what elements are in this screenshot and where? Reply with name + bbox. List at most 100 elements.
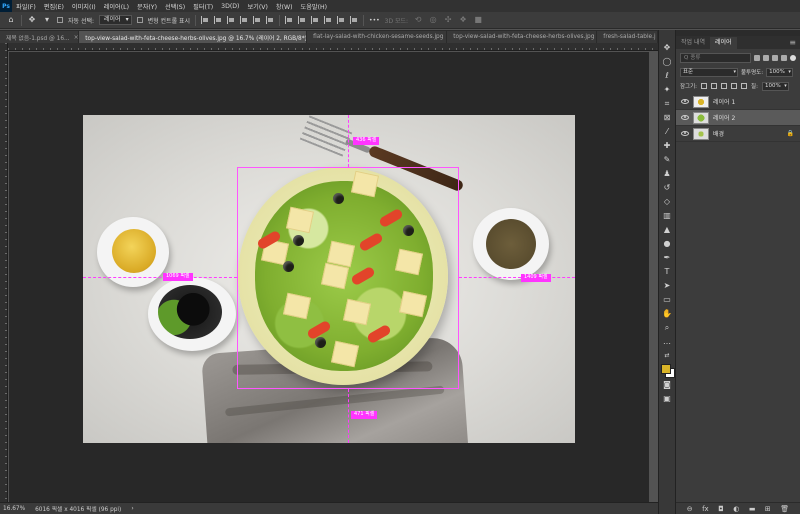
lock-pixels-icon[interactable]	[711, 83, 718, 89]
align-left-icon[interactable]	[201, 16, 209, 24]
tab-salad-chicken[interactable]: flat-lay-salad-with-chicken-sesame-seeds…	[307, 31, 448, 43]
opacity-input[interactable]: 100%	[766, 67, 793, 77]
close-icon[interactable]: ×	[74, 34, 79, 41]
stamp-tool-icon[interactable]: ♟	[661, 168, 673, 179]
frame-tool-icon[interactable]: ⊠	[661, 112, 673, 123]
align-top-icon[interactable]	[240, 16, 248, 24]
eye-icon[interactable]	[681, 115, 689, 120]
align-right-icon[interactable]	[227, 16, 235, 24]
distribute-center-icon[interactable]	[337, 16, 345, 24]
tab-untitled[interactable]: 제목 없음-1.psd @ 16... ×	[0, 31, 80, 43]
filter-toggle-icon[interactable]	[790, 54, 796, 61]
tab-salad-feta[interactable]: top-view-salad-with-feta-cheese-herbs-ol…	[447, 31, 598, 43]
history-brush-icon[interactable]: ↺	[661, 182, 673, 193]
eye-icon[interactable]	[681, 131, 689, 136]
menu-file[interactable]: 파일(F)	[12, 2, 40, 11]
brush-tool-icon[interactable]: ✎	[661, 154, 673, 165]
filter-pixel-icon[interactable]	[754, 54, 760, 61]
group-icon[interactable]: ▬	[749, 505, 756, 513]
tab-salad-feta-active[interactable]: top-view-salad-with-feta-cheese-herbs-ol…	[79, 31, 308, 43]
blur-tool-icon[interactable]: ▲	[661, 224, 673, 235]
screen-mode-icon[interactable]: ▣	[661, 393, 673, 404]
lock-artboard-icon[interactable]	[731, 83, 738, 89]
layer-row[interactable]: 배경 🔒	[676, 126, 800, 142]
blend-mode-select[interactable]: 표준	[680, 67, 738, 77]
menu-select[interactable]: 선택(S)	[161, 2, 189, 11]
menu-type[interactable]: 문자(Y)	[133, 2, 161, 11]
menu-filter[interactable]: 필터(T)	[189, 2, 217, 11]
menu-help[interactable]: 도움말(H)	[297, 2, 332, 11]
swap-colors-icon[interactable]: ⇄	[661, 350, 673, 361]
photoshop-logo[interactable]: Ps	[0, 0, 12, 12]
lock-all-icon[interactable]	[741, 83, 748, 89]
hand-tool-icon[interactable]: ✋	[661, 308, 673, 319]
zoom-tool-icon[interactable]: ⌕	[661, 322, 673, 333]
auto-select-checkbox[interactable]	[57, 17, 63, 23]
horizontal-ruler[interactable]	[8, 43, 658, 51]
link-icon[interactable]: ⊖	[687, 505, 693, 513]
filter-adjustment-icon[interactable]	[763, 54, 769, 61]
lock-position-icon[interactable]	[721, 83, 728, 89]
fx-icon[interactable]: fx	[702, 505, 709, 513]
trash-icon[interactable]: 🗑	[780, 505, 789, 513]
panel-menu-icon[interactable]: ≡	[789, 37, 800, 49]
tab-fresh-salad[interactable]: fresh-salad-table.j	[597, 31, 659, 43]
type-tool-icon[interactable]: T	[661, 266, 673, 277]
eye-icon[interactable]	[681, 99, 689, 104]
adjustment-icon[interactable]: ◐	[733, 505, 739, 513]
align-center-icon[interactable]	[214, 16, 222, 24]
home-icon[interactable]: ⌂	[6, 15, 16, 25]
gradient-tool-icon[interactable]: ▥	[661, 210, 673, 221]
distribute-bottom-icon[interactable]	[311, 16, 319, 24]
pen-tool-icon[interactable]: ✒	[661, 252, 673, 263]
canvas-area[interactable]: 436 픽셀 1069 픽셀 1409 픽셀 471 픽셀	[9, 52, 649, 502]
eraser-tool-icon[interactable]: ◇	[661, 196, 673, 207]
auto-select-dropdown[interactable]: 레이어	[99, 15, 132, 25]
layer-search-input[interactable]: Q 종류	[680, 52, 751, 63]
move-tool-icon[interactable]: ✥	[661, 42, 673, 53]
more-options[interactable]: •••	[369, 17, 380, 24]
distribute-middle-icon[interactable]	[298, 16, 306, 24]
layer-row[interactable]: 레이어 1	[676, 94, 800, 110]
lock-transparency-icon[interactable]	[701, 83, 708, 89]
color-swatches[interactable]	[661, 364, 675, 378]
path-select-icon[interactable]: ➤	[661, 280, 673, 291]
menu-3d[interactable]: 3D(D)	[217, 3, 243, 10]
menu-edit[interactable]: 편집(E)	[40, 2, 68, 11]
distribute-top-icon[interactable]	[285, 16, 293, 24]
shape-tool-icon[interactable]: ▭	[661, 294, 673, 305]
eyedropper-icon[interactable]: ⁄	[661, 126, 673, 137]
zoom-level[interactable]: 16.67%	[3, 506, 25, 512]
more-tools-icon[interactable]: …	[661, 336, 673, 347]
chevron-down-icon[interactable]: ▾	[42, 15, 52, 25]
mask-icon[interactable]: ◘	[718, 505, 724, 513]
dodge-tool-icon[interactable]: ●	[661, 238, 673, 249]
filter-shape-icon[interactable]	[781, 54, 787, 61]
move-tool-icon[interactable]: ✥	[27, 15, 37, 25]
menu-image[interactable]: 이미지(I)	[68, 2, 100, 11]
healing-brush-icon[interactable]: ✚	[661, 140, 673, 151]
align-middle-icon[interactable]	[253, 16, 261, 24]
lasso-tool-icon[interactable]: ℓ	[661, 70, 673, 81]
tab-layers[interactable]: 레이어	[710, 37, 737, 49]
tab-history[interactable]: 작업 내역	[676, 37, 710, 49]
transform-controls-checkbox[interactable]	[136, 17, 143, 23]
quick-mask-icon[interactable]: ◙	[661, 379, 673, 390]
menu-view[interactable]: 보기(V)	[243, 2, 271, 11]
align-bottom-icon[interactable]	[266, 16, 274, 24]
tab-label: flat-lay-salad-with-chicken-sesame-seeds…	[313, 34, 444, 40]
vertical-ruler[interactable]	[0, 43, 8, 502]
menu-layer[interactable]: 레이어(L)	[100, 2, 133, 11]
filter-type-icon[interactable]	[772, 54, 778, 61]
magic-wand-icon[interactable]: ✦	[661, 84, 673, 95]
new-layer-icon[interactable]: ⊞	[765, 505, 771, 513]
crop-tool-icon[interactable]: ⌗	[661, 98, 673, 109]
document-image[interactable]: 436 픽셀 1069 픽셀 1409 픽셀 471 픽셀	[83, 115, 575, 443]
menu-window[interactable]: 창(W)	[272, 2, 297, 11]
distribute-right-icon[interactable]	[350, 16, 358, 24]
marquee-tool-icon[interactable]: ◯	[661, 56, 673, 67]
fill-input[interactable]: 100%	[761, 81, 789, 91]
layer-row[interactable]: 레이어 2	[676, 110, 800, 126]
status-arrow-icon[interactable]: ›	[131, 506, 133, 512]
distribute-left-icon[interactable]	[324, 16, 332, 24]
